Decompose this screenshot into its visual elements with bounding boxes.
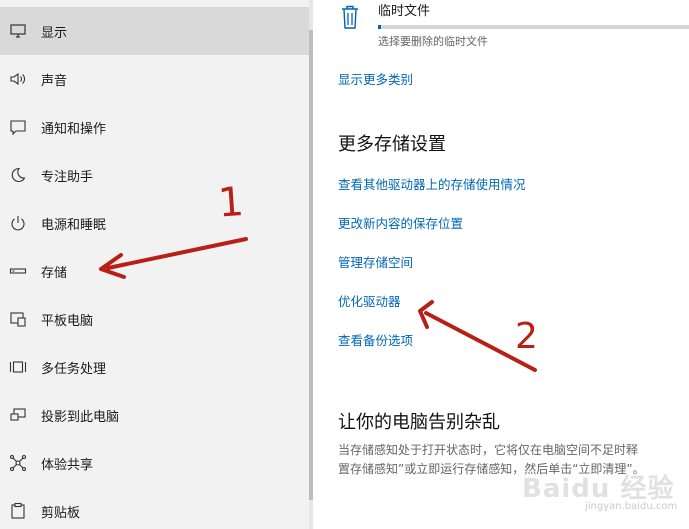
- sidebar-item-multitasking[interactable]: 多任务处理: [0, 343, 313, 391]
- sidebar-item-clipboard[interactable]: 剪贴板: [0, 487, 313, 529]
- multitask-icon: [9, 358, 27, 376]
- temp-files-usage-bar: [378, 25, 689, 29]
- settings-sidebar: 显示 声音 通知和操作 专注助手 电源和睡眠 存储 平板电脑 多任务处理 投影到…: [0, 0, 313, 529]
- other-drives-usage-link[interactable]: 查看其他驱动器上的存储使用情况: [338, 174, 526, 193]
- sidebar-item-label: 显示: [41, 25, 68, 41]
- temp-files-subtitle: 选择要删除的临时文件: [378, 35, 488, 48]
- sidebar-item-label: 投影到此电脑: [41, 409, 120, 425]
- sidebar-item-storage[interactable]: 存储: [0, 247, 313, 295]
- sidebar-item-sound[interactable]: 声音: [0, 55, 313, 103]
- share-icon: [9, 454, 27, 472]
- sidebar-item-label: 剪贴板: [41, 505, 81, 521]
- sidebar-item-display[interactable]: 显示: [0, 7, 313, 55]
- sidebar-item-focus-assist[interactable]: 专注助手: [0, 151, 313, 199]
- sidebar-item-label: 通知和操作: [41, 121, 107, 137]
- sidebar-item-tablet[interactable]: 平板电脑: [0, 295, 313, 343]
- notification-icon: [9, 118, 27, 136]
- sidebar-item-label: 体验共享: [41, 457, 94, 473]
- tablet-icon: [9, 310, 27, 328]
- temp-files-title[interactable]: 临时文件: [378, 0, 430, 19]
- optimize-drives-link[interactable]: 优化驱动器: [338, 291, 401, 310]
- sidebar-item-power[interactable]: 电源和睡眠: [0, 199, 313, 247]
- declutter-description-line-1: 当存储感知处于打开状态时，它将仅在电脑空间不足时释: [338, 443, 639, 457]
- manage-storage-spaces-link[interactable]: 管理存储空间: [338, 252, 413, 271]
- display-icon: [9, 22, 27, 40]
- sidebar-item-shared-experiences[interactable]: 体验共享: [0, 439, 313, 487]
- backup-options-link[interactable]: 查看备份选项: [338, 330, 413, 349]
- moon-icon: [9, 166, 27, 184]
- baidu-watermark-logo: Baidu 经验: [522, 474, 675, 504]
- power-icon: [9, 214, 27, 232]
- change-save-location-link[interactable]: 更改新内容的保存位置: [338, 213, 463, 232]
- sidebar-item-label: 专注助手: [41, 169, 94, 185]
- baidu-watermark-url: jingyan.baidu.com: [585, 501, 678, 512]
- sidebar-item-project[interactable]: 投影到此电脑: [0, 391, 313, 439]
- sidebar-item-label: 多任务处理: [41, 361, 107, 377]
- clipboard-icon: [9, 502, 27, 520]
- sidebar-item-notifications[interactable]: 通知和操作: [0, 103, 313, 151]
- declutter-heading: 让你的电脑告别杂乱: [338, 412, 500, 433]
- storage-icon: [9, 262, 27, 280]
- sidebar-item-label: 电源和睡眠: [41, 217, 107, 233]
- sound-icon: [9, 70, 27, 88]
- sidebar-item-label: 存储: [41, 265, 68, 281]
- project-icon: [9, 406, 27, 424]
- sidebar-item-label: 平板电脑: [41, 313, 94, 329]
- temp-files-usage-fill: [378, 25, 382, 29]
- more-storage-settings-heading: 更多存储设置: [338, 134, 446, 155]
- sidebar-item-label: 声音: [41, 73, 68, 89]
- trash-icon: [342, 5, 358, 29]
- show-more-categories-link[interactable]: 显示更多类别: [338, 69, 413, 88]
